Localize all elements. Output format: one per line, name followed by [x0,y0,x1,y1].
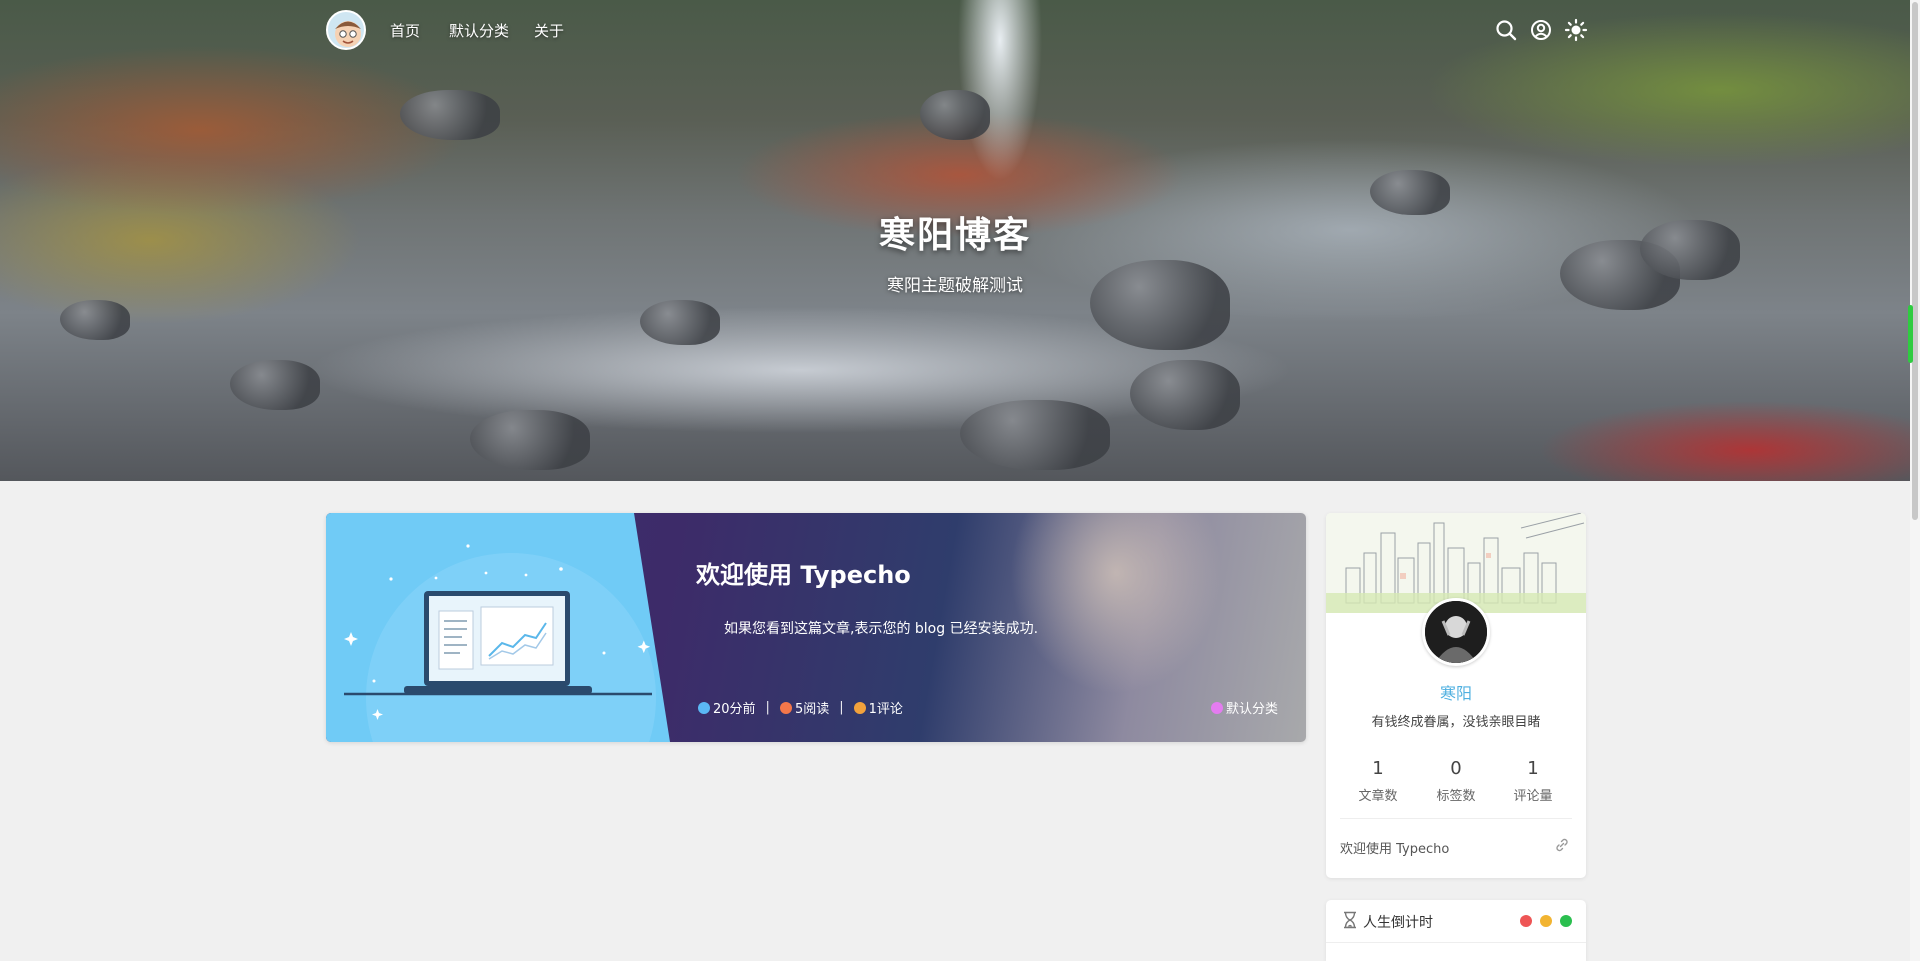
hero-rock [60,300,130,340]
avatar-silhouette-icon [1425,601,1487,663]
stat-posts-label: 文章数 [1358,789,1398,804]
meta-separator: | [765,700,770,715]
profile-divider [1340,818,1572,819]
post-comments[interactable]: 1评论 [853,698,903,717]
clock-icon [698,701,710,714]
site-logo[interactable] [326,10,366,50]
hero-rock [230,360,320,410]
comment-icon [853,701,866,714]
hero-banner: 寒阳博客 寒阳主题破解测试 [0,0,1910,481]
countdown-title: 人生倒计时 [1363,915,1433,931]
site-subtitle: 寒阳主题破解测试 [887,276,1023,296]
search-icon[interactable] [1494,18,1518,42]
countdown-card: 人生倒计时 [1326,900,1586,961]
post-excerpt: 如果您看到这篇文章,表示您的 blog 已经安装成功. [724,621,1039,637]
countdown-divider [1326,942,1586,943]
nav-about[interactable]: 关于 [534,20,564,41]
post-category-link[interactable]: 默认分类 [1210,698,1278,717]
stat-posts-value: 1 [1372,758,1384,779]
post-views-text: 5阅读 [794,702,830,717]
stat-comments: 1 评论量 [1498,758,1568,804]
stat-tags-value: 0 [1450,758,1462,779]
post-card[interactable]: 欢迎使用 Typecho 如果您看到这篇文章,表示您的 blog 已经安装成功.… [326,513,1306,742]
hero-rock [640,300,720,345]
stat-comments-value: 1 [1527,758,1539,779]
fire-icon [779,701,792,714]
cartoon-avatar-icon [335,21,361,47]
hourglass-icon [1342,911,1358,929]
stat-comments-label: 评论量 [1513,789,1553,804]
post-category-text[interactable]: 默认分类 [1226,698,1278,717]
hero-rock [920,90,990,140]
profile-motto: 有钱终成眷属，没钱亲眼目睹 [1371,715,1541,730]
recent-post-link[interactable]: 欢迎使用 Typecho [1340,838,1449,857]
stat-posts: 1 文章数 [1343,758,1413,804]
post-comments-text[interactable]: 1评论 [869,698,903,717]
post-time-text: 20分前 [713,702,756,717]
user-icon[interactable] [1529,18,1553,42]
window-dot-red [1520,915,1532,927]
post-meta: 20分前 | 5阅读 | 1评论 [698,698,903,717]
site-title: 寒阳博客 [878,215,1031,256]
profile-name[interactable]: 寒阳 [1326,680,1586,704]
stat-tags: 0 标签数 [1421,758,1491,804]
meta-separator: | [839,700,844,715]
window-dot-yellow [1540,915,1552,927]
top-nav: 首页 默认分类 关于 [0,0,1910,60]
tag-icon [1210,701,1223,714]
nav-default-category[interactable]: 默认分类 [449,20,509,41]
hero-rock [1130,360,1240,430]
hero-rock [400,90,500,140]
window-dot-green [1560,915,1572,927]
post-views: 5阅读 [779,698,830,717]
theme-sun-icon[interactable] [1564,18,1588,42]
nav-home[interactable]: 首页 [390,20,420,41]
laptop-illustration-icon [344,544,656,742]
hero-rock [470,410,590,470]
post-title-link[interactable]: 欢迎使用 Typecho [696,555,911,590]
post-time: 20分前 [698,698,756,717]
hero-rock [960,400,1110,470]
profile-avatar[interactable] [1422,598,1490,666]
stat-tags-label: 标签数 [1436,789,1476,804]
scroll-progress-indicator [1908,305,1913,363]
scrollbar-thumb[interactable] [1912,2,1918,520]
link-icon[interactable] [1554,837,1570,853]
profile-card: 寒阳 有钱终成眷属，没钱亲眼目睹 1 文章数 0 标签数 1 评论量 欢迎使用 … [1326,513,1586,878]
post-thumbnail[interactable] [326,513,670,742]
